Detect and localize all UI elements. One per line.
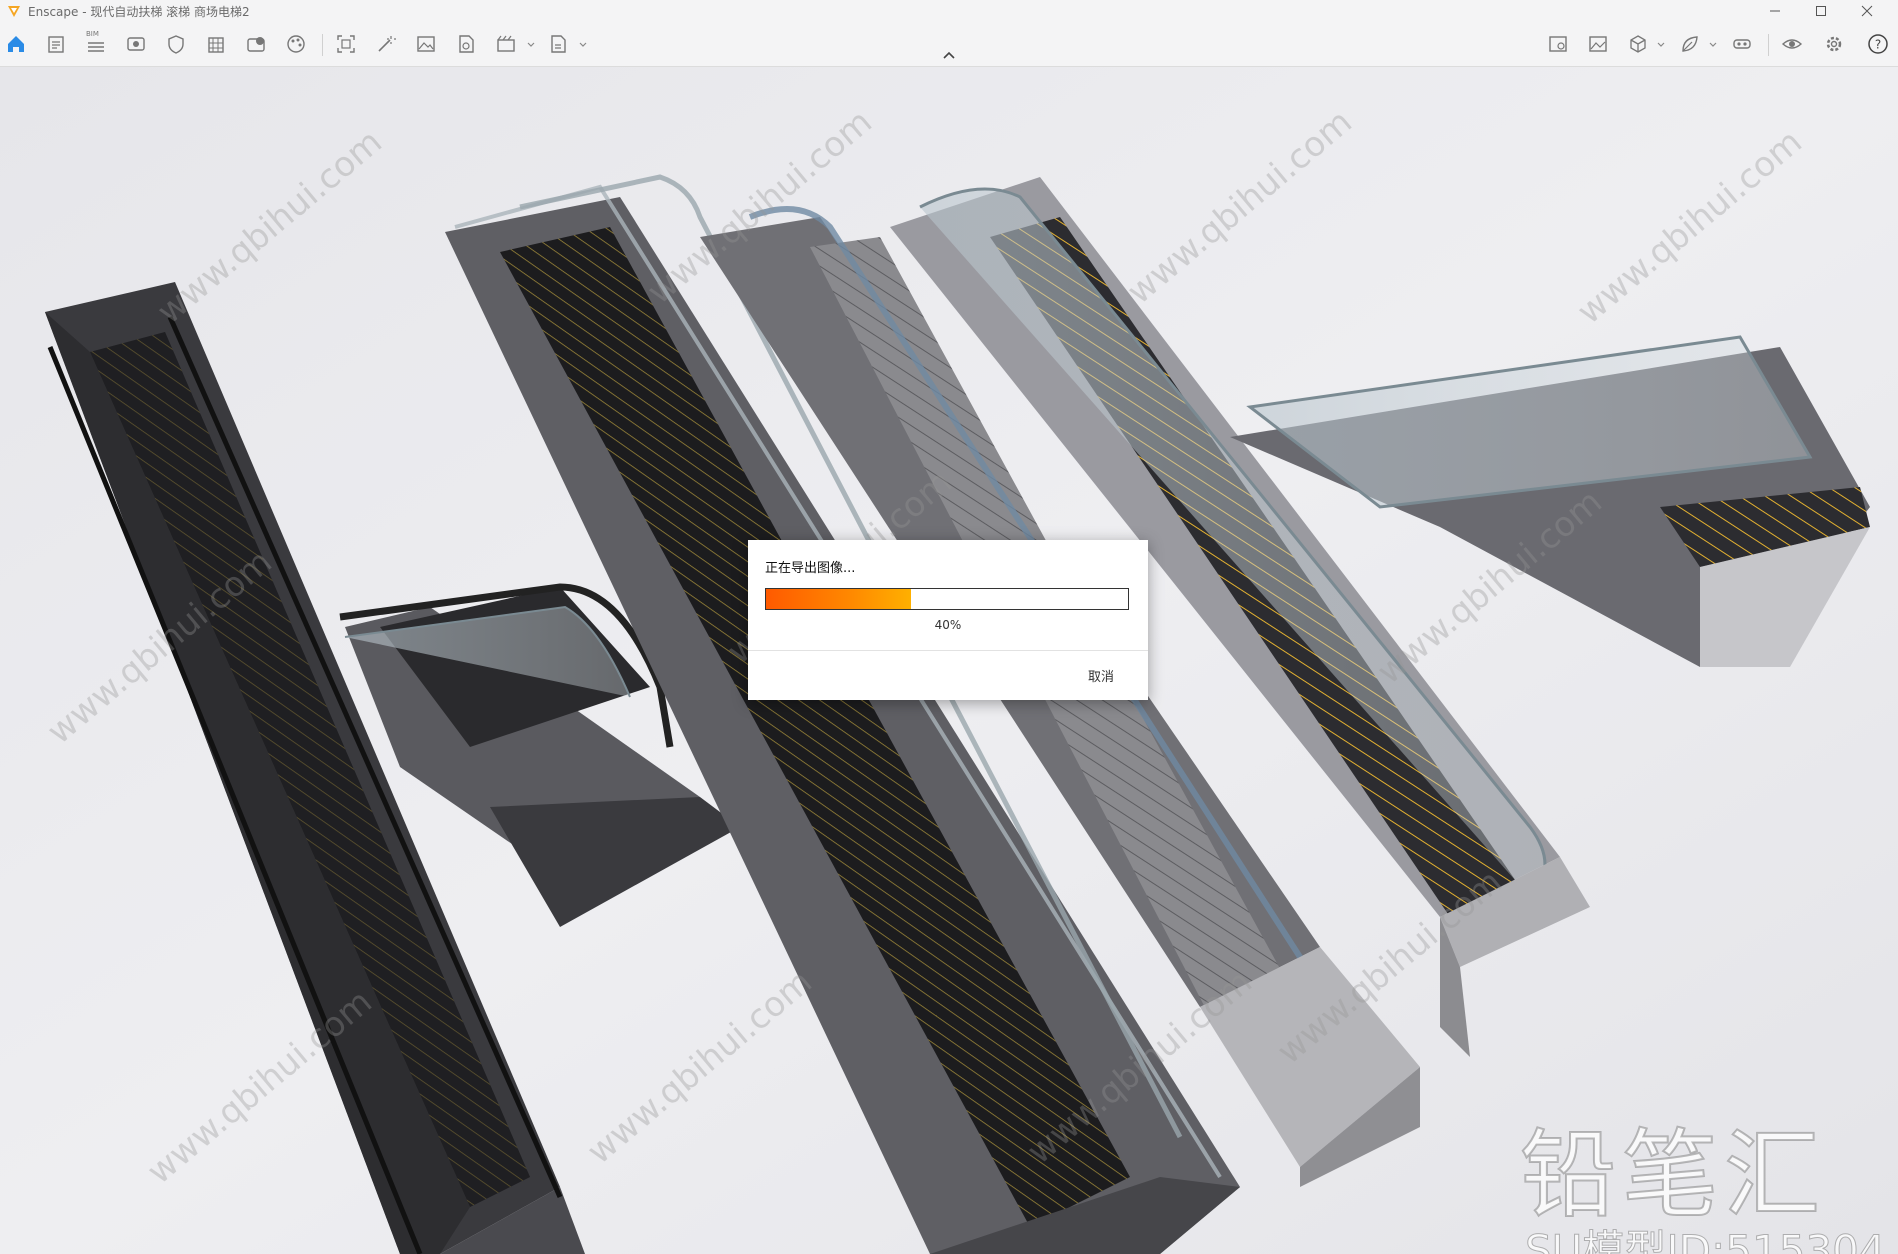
building-button[interactable] <box>204 32 228 56</box>
video-button[interactable] <box>494 32 518 56</box>
batch-render-button[interactable] <box>454 32 478 56</box>
window-controls <box>1752 0 1890 22</box>
dialog-title: 正在导出图像... <box>765 561 856 576</box>
title-bar: Enscape - 现代自动扶梯 滚梯 商场电梯2 <box>0 0 1898 22</box>
info-button[interactable] <box>244 32 268 56</box>
home-icon <box>8 36 24 52</box>
maximize-button[interactable] <box>1798 0 1844 22</box>
minimize-icon <box>1770 10 1780 12</box>
view-management-button[interactable] <box>1546 32 1570 56</box>
progress-bar <box>765 588 1129 610</box>
close-button[interactable] <box>1844 0 1890 22</box>
enscape-logo-icon <box>8 6 20 17</box>
toolbar-separator <box>1768 34 1769 56</box>
home-button[interactable] <box>4 32 28 56</box>
cube-icon <box>1630 35 1646 53</box>
shield-icon <box>168 35 184 54</box>
maximize-icon <box>1816 6 1826 16</box>
eye-button[interactable] <box>124 32 148 56</box>
help-icon: ? <box>1868 34 1888 54</box>
progress-percent: 40% <box>934 618 962 632</box>
brand-watermark: 铅笔汇 <box>1519 1118 1826 1232</box>
eye-icon <box>127 37 145 51</box>
collapse-toolbar-chevron-icon[interactable] <box>940 48 958 62</box>
progress-fill <box>766 589 911 609</box>
leaf-button[interactable] <box>1678 32 1702 56</box>
vr-headset-icon <box>1733 39 1751 49</box>
help-button[interactable]: ? <box>1866 32 1890 56</box>
shield-button[interactable] <box>164 32 188 56</box>
gallery-button[interactable] <box>1586 32 1610 56</box>
export-dropdown-chevron-icon[interactable] <box>578 38 588 50</box>
close-icon <box>1861 5 1873 17</box>
screenshot-button[interactable] <box>334 32 358 56</box>
document-button[interactable] <box>44 32 68 56</box>
magic-wand-icon <box>378 36 396 52</box>
video-dropdown-chevron-icon[interactable] <box>526 38 536 50</box>
info-icon <box>247 37 265 52</box>
batch-render-icon <box>459 35 474 53</box>
toolbar-separator <box>322 34 323 56</box>
view-management-icon <box>1549 36 1567 52</box>
cube-dropdown-chevron-icon[interactable] <box>1656 38 1666 50</box>
svg-text:?: ? <box>1875 38 1881 52</box>
dialog-divider <box>748 650 1148 651</box>
cube-button[interactable] <box>1626 32 1650 56</box>
image-button[interactable] <box>414 32 438 56</box>
export-icon <box>551 35 566 53</box>
visual-settings-button[interactable] <box>1780 32 1804 56</box>
window-title: Enscape - 现代自动扶梯 滚梯 商场电梯2 <box>28 4 250 19</box>
palette-button[interactable] <box>284 32 308 56</box>
vr-headset-button[interactable] <box>1730 32 1754 56</box>
leaf-dropdown-chevron-icon[interactable] <box>1708 38 1718 50</box>
export-button[interactable] <box>546 32 570 56</box>
image-icon <box>417 36 435 52</box>
cancel-button[interactable]: 取消 <box>1088 666 1114 685</box>
model-id-watermark: SU模型ID:515304 <box>1525 1226 1887 1254</box>
settings-icon <box>1826 36 1842 52</box>
leaf-icon <box>1682 36 1698 52</box>
video-icon <box>497 35 515 52</box>
magic-wand-button[interactable] <box>374 32 398 56</box>
gallery-icon <box>1589 36 1607 52</box>
settings-button[interactable] <box>1822 32 1846 56</box>
bim-label: BIM <box>86 30 99 38</box>
palette-icon <box>287 35 305 53</box>
building-icon <box>208 37 224 53</box>
visual-settings-icon <box>1781 39 1803 49</box>
document-icon <box>48 36 64 53</box>
minimize-button[interactable] <box>1752 0 1798 22</box>
bim-button[interactable]: BIM <box>84 30 108 56</box>
screenshot-icon <box>337 35 355 53</box>
export-progress-dialog: 正在导出图像... 40% 取消 <box>748 540 1148 700</box>
